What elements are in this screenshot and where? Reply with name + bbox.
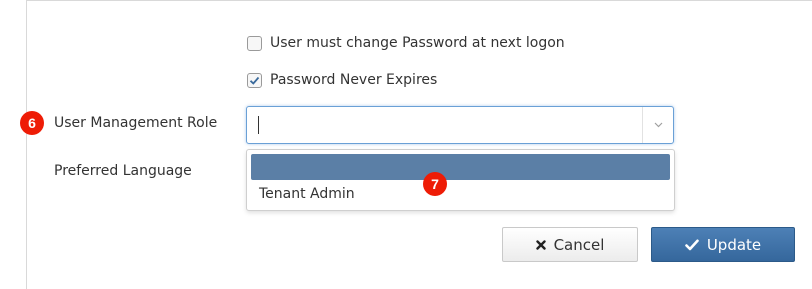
must-change-password-checkbox[interactable]: [247, 35, 262, 51]
password-never-expires-label: Password Never Expires: [270, 72, 438, 88]
must-change-password-label: User must change Password at next logon: [270, 35, 565, 51]
update-button[interactable]: Update: [651, 227, 795, 262]
step-badge-7: 7: [423, 172, 447, 196]
checkmark-icon: [685, 239, 699, 251]
dropdown-option-tenant-admin[interactable]: Tenant Admin: [259, 186, 355, 202]
cancel-button[interactable]: Cancel: [502, 227, 638, 262]
step-badge-6: 6: [20, 111, 44, 135]
role-dropdown-list: Tenant Admin: [246, 149, 675, 211]
dropdown-option-blank[interactable]: [251, 154, 670, 180]
close-icon: [535, 239, 546, 250]
select-arrow[interactable]: [642, 107, 673, 143]
password-never-expires-checkbox[interactable]: [247, 72, 262, 88]
cancel-label: Cancel: [553, 235, 605, 254]
user-management-role-select[interactable]: [246, 106, 674, 144]
text-cursor: [258, 116, 259, 134]
user-management-role-label: User Management Role: [54, 115, 218, 131]
update-label: Update: [706, 235, 762, 254]
chevron-down-icon: [654, 122, 662, 128]
checkmark-icon: [249, 76, 260, 85]
password-never-expires-row[interactable]: Password Never Expires: [247, 72, 437, 88]
preferred-language-label: Preferred Language: [54, 163, 192, 179]
must-change-password-row[interactable]: User must change Password at next logon: [247, 35, 565, 51]
